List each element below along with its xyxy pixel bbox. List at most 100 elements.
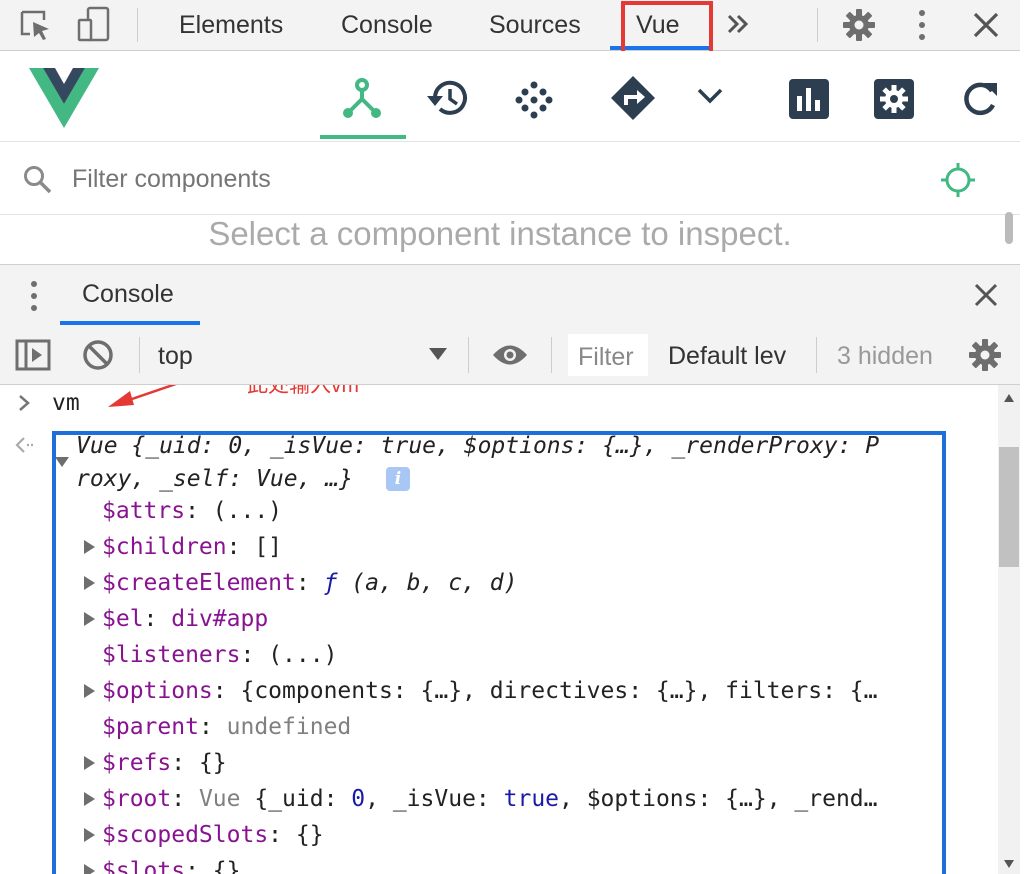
property-name: $el [102,606,144,632]
property-value: (...) [268,642,338,668]
tab-elements[interactable]: Elements [179,0,283,50]
property-row[interactable]: $refs: {} [102,746,936,780]
console-settings-gear-icon[interactable] [968,338,1002,372]
expand-down-triangle-icon[interactable] [54,456,70,468]
expand-triangle-icon[interactable] [84,828,95,842]
property-value: {} [212,858,241,874]
property-value: Vue {_uid: 0, _isVue: true, $options: {…… [198,786,878,812]
select-component-target-icon[interactable] [940,162,976,198]
scroll-down-icon[interactable] [1003,859,1015,869]
tab-sources[interactable]: Sources [489,0,581,50]
console-output[interactable]: vm 此处输入vm Vue {_uid: 0, _isVue: true, $o… [0,385,1000,874]
console-toolbar: top Filter Default lev 3 hidden [0,325,1020,385]
close-icon[interactable] [972,11,1000,39]
console-scrollbar[interactable] [998,385,1020,874]
filter-input[interactable]: Filter [568,334,648,376]
property-row[interactable]: $attrs: (...) [102,494,936,528]
component-filter-bar [0,142,1020,215]
sidebar-toggle-icon[interactable] [15,339,51,371]
inspect-element-icon[interactable] [18,8,52,42]
object-summary-line1[interactable]: Vue {_uid: 0, _isVue: true, $options: {…… [76,429,879,463]
close-icon[interactable] [973,282,999,308]
property-name: $options [102,678,213,704]
expand-triangle-icon[interactable] [84,540,95,554]
expand-triangle-icon[interactable] [84,612,95,626]
expand-triangle-icon[interactable] [84,792,95,806]
scroll-up-icon[interactable] [1003,393,1015,403]
scrollbar-thumb[interactable] [999,447,1019,567]
divider [551,337,552,373]
property-row[interactable]: $el: div#app [102,602,936,636]
search-icon [24,166,52,194]
property-name: $slots [102,858,186,874]
property-name: $children [102,534,227,560]
timeline-icon[interactable] [425,77,471,119]
filter-placeholder: Filter [578,343,634,371]
vue-logo [29,68,99,128]
property-name: $listeners [102,642,241,668]
active-vue-tab-indicator [320,135,406,139]
expand-triangle-icon[interactable] [84,684,95,698]
vertical-dots-icon[interactable] [26,279,42,313]
property-name: $root [102,786,172,812]
hidden-count: 3 hidden [837,342,933,370]
tab-console[interactable]: Console [341,0,433,50]
property-row[interactable]: $parent: undefined [102,710,936,744]
console-input-line[interactable]: vm [52,386,80,420]
empty-state-message: Select a component instance to inspect. [208,215,792,252]
object-summary-line2[interactable]: roxy, _self: Vue, …} [76,462,353,496]
divider [139,337,140,373]
property-row[interactable]: $listeners: (...) [102,638,936,672]
vue-toolbar [0,51,1020,142]
property-row[interactable]: $children: [] [102,530,936,564]
expand-triangle-icon[interactable] [84,576,95,590]
vuex-icon[interactable] [515,81,553,119]
expand-triangle-icon[interactable] [84,864,95,874]
devtools-tabbar: Elements Console Sources Vue [0,0,1020,56]
property-row[interactable]: $scopedSlots: {} [102,818,936,852]
annotation-text: 此处输入vm [247,385,359,397]
panel-scrollbar[interactable] [1005,212,1013,244]
divider [817,8,818,42]
chevron-down-icon[interactable] [697,87,723,105]
routing-icon[interactable] [610,75,656,121]
drawer-header: Console [0,264,1020,326]
property-value: div#app [171,606,269,632]
divider [816,337,817,373]
eye-icon[interactable] [491,342,529,368]
double-chevron-right-icon[interactable] [726,12,752,38]
property-value: {} [295,822,324,848]
property-row[interactable]: $slots: {} [102,854,936,874]
property-value: ƒ (a, b, c, d) [323,570,518,596]
expand-triangle-icon[interactable] [84,756,95,770]
property-name: $refs [102,750,172,776]
property-name: $attrs [102,498,186,524]
property-name: $createElement [102,570,296,596]
dropdown-arrow-icon[interactable] [428,347,448,361]
property-value: undefined [226,714,352,740]
components-icon[interactable] [340,77,384,121]
result-arrow-icon [15,437,34,453]
performance-icon[interactable] [789,79,829,119]
property-row[interactable]: $root: Vue {_uid: 0, _isVue: true, $opti… [102,782,936,816]
property-row[interactable]: $createElement: ƒ (a, b, c, d) [102,566,936,600]
highlight-box [621,1,713,56]
refresh-icon[interactable] [960,79,1000,119]
vertical-dots-icon[interactable] [914,8,930,42]
filter-components-input[interactable] [70,158,674,200]
property-name: $scopedSlots [102,822,269,848]
clear-console-icon[interactable] [82,339,114,371]
property-value: {components: {…}, directives: {…}, filte… [240,678,878,704]
tab-console-drawer[interactable]: Console [82,265,174,323]
log-levels-dropdown[interactable]: Default lev [668,325,798,384]
info-badge[interactable]: i [386,467,410,491]
property-name: $parent [102,714,199,740]
property-value: {} [198,750,227,776]
divider [137,8,138,42]
context-selector[interactable]: top [158,325,193,384]
property-row[interactable]: $options: {components: {…}, directives: … [102,674,936,708]
gear-icon[interactable] [842,8,876,42]
device-toolbar-icon[interactable] [76,6,112,44]
annotation-arrow [108,385,177,407]
settings-icon[interactable] [874,79,914,119]
